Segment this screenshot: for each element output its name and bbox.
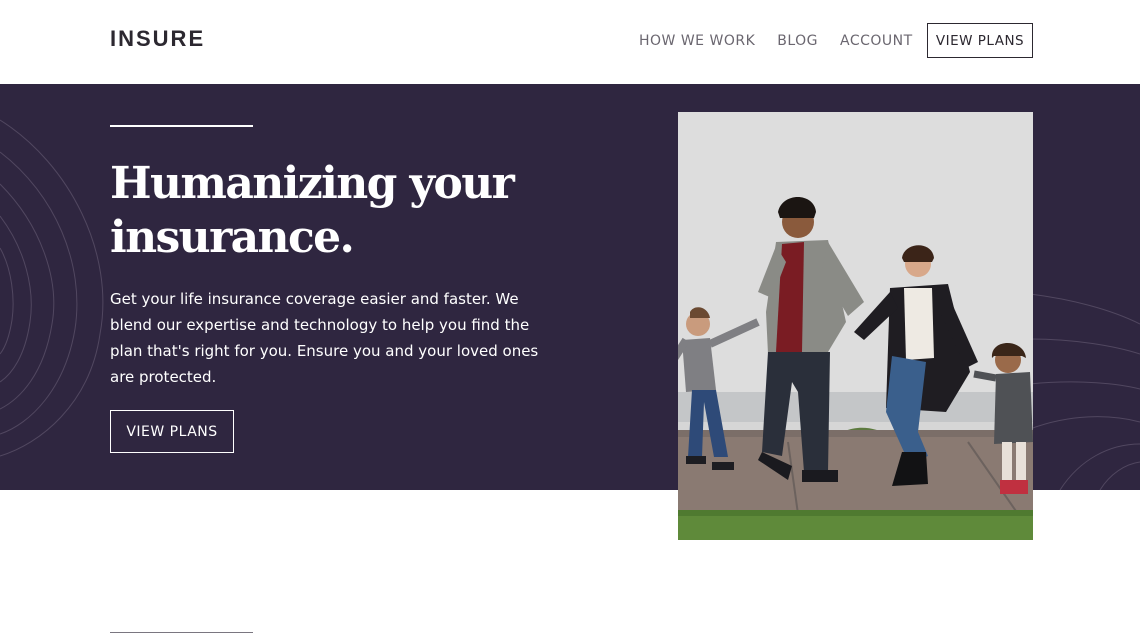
hero-description: Get your life insurance coverage easier … <box>110 290 539 386</box>
nav-how-we-work[interactable]: HOW WE WORK <box>639 33 755 49</box>
hero-title-line-2: insurance. <box>110 212 355 263</box>
main-nav: HOW WE WORK BLOG ACCOUNT <box>639 24 935 58</box>
family-walking-photo <box>678 112 1033 540</box>
hero-title: Humanizing your insurance. <box>110 157 550 265</box>
site-header: INSURE HOW WE WORK BLOG ACCOUNT VIEW PLA… <box>0 0 1140 84</box>
view-plans-nav-button[interactable]: VIEW PLANS <box>927 23 1033 58</box>
section-divider <box>110 632 253 633</box>
logo[interactable]: INSURE <box>110 26 205 52</box>
nav-blog[interactable]: BLOG <box>777 33 818 49</box>
hero-title-line-1: Humanizing your <box>110 158 515 209</box>
page: INSURE HOW WE WORK BLOG ACCOUNT VIEW PLA… <box>0 0 1140 634</box>
nav-account[interactable]: ACCOUNT <box>840 33 913 49</box>
hero-divider <box>110 125 253 127</box>
view-plans-hero-button[interactable]: VIEW PLANS <box>110 410 234 453</box>
